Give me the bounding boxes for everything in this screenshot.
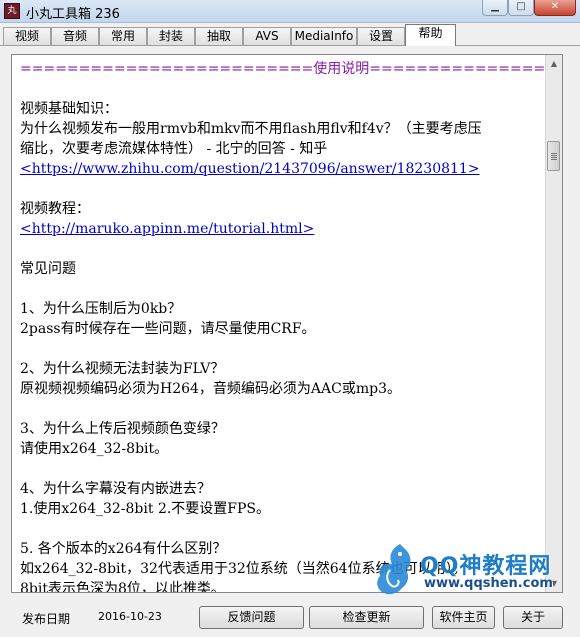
help-link[interactable]: <https://www.zhihu.com/question/21437096… — [20, 159, 540, 179]
help-line — [20, 519, 540, 539]
scroll-thumb[interactable] — [547, 141, 560, 171]
bottom-bar: 发布日期 2016-10-23 反馈问题 检查更新 软件主页 关于 — [0, 598, 580, 637]
tab-video[interactable]: 视频 — [3, 27, 51, 45]
tab-bar: 视频 音频 常用 封装 抽取 AVS MediaInfo 设置 帮助 — [0, 23, 580, 46]
app-icon[interactable]: 丸 — [4, 3, 20, 19]
about-button[interactable]: 关于 — [503, 606, 563, 629]
help-line: 2pass有时候存在一些问题，请尽量使用CRF。 — [20, 321, 316, 337]
help-line: 原视频视频编码必须为H264，音频编码必须为AAC或mp3。 — [20, 381, 402, 397]
help-line: 5. 各个版本的x264有什么区别？ — [20, 541, 227, 557]
tab-mux[interactable]: 封装 — [147, 27, 195, 45]
tab-settings[interactable]: 设置 — [357, 27, 405, 45]
help-line: 视频基础知识： — [20, 101, 118, 117]
check-update-button[interactable]: 检查更新 — [309, 606, 424, 629]
homepage-button[interactable]: 软件主页 — [432, 606, 495, 629]
help-line: 请使用x264_32-8bit。 — [20, 441, 169, 457]
help-text-box[interactable]: =========================使用说明===========… — [11, 54, 563, 593]
help-line — [20, 459, 540, 479]
help-line — [20, 339, 540, 359]
help-line: 8bit表示色深为8位，以此推类。 — [20, 581, 225, 593]
tab-common[interactable]: 常用 — [99, 27, 147, 45]
tab-audio[interactable]: 音频 — [51, 27, 99, 45]
help-line: 常见问题 — [20, 261, 76, 277]
help-line: 缩比，次要考虑流媒体特性） - 北宁的回答 - 知乎 — [20, 141, 328, 157]
tab-avs[interactable]: AVS — [243, 27, 291, 45]
vertical-scrollbar[interactable]: ▲ ▼ — [545, 55, 562, 592]
help-line — [20, 239, 540, 259]
help-line: 视频教程： — [20, 201, 90, 217]
help-line: 2、为什么视频无法封装为FLV？ — [20, 361, 225, 377]
help-text: =========================使用说明===========… — [20, 59, 562, 593]
release-date-label: 发布日期 — [22, 612, 71, 626]
help-line: 如x264_32-8bit，32代表适用于32位系统（当然64位系统也可以用）， — [20, 561, 467, 577]
scroll-down-icon[interactable]: ▼ — [546, 575, 562, 592]
window-title: 小丸工具箱 236 — [26, 7, 120, 22]
help-line: =========================使用说明===========… — [20, 61, 562, 77]
scroll-up-icon[interactable]: ▲ — [546, 55, 562, 72]
tab-extract[interactable]: 抽取 — [195, 27, 243, 45]
release-date-value: 2016-10-23 — [98, 610, 162, 623]
maximize-button[interactable]: □ — [508, 0, 534, 16]
minimize-button[interactable]: ▁ — [482, 0, 508, 16]
help-line: 4、为什么字幕没有内嵌进去？ — [20, 481, 211, 497]
help-line: 为什么视频发布一般用rmvb和mkv而不用flash用flv和f4v？（主要考虑… — [20, 121, 482, 137]
tab-mediainfo[interactable]: MediaInfo — [291, 27, 357, 45]
help-link[interactable]: <http://maruko.appinn.me/tutorial.html> — [20, 219, 540, 239]
help-line — [20, 79, 540, 99]
help-line — [20, 399, 540, 419]
title-bar: 丸 小丸工具箱 236 ▁ □ ✕ — [0, 0, 580, 23]
feedback-button[interactable]: 反馈问题 — [199, 606, 304, 629]
help-line — [20, 279, 540, 299]
help-line: 3、为什么上传后视频颜色变绿？ — [20, 421, 225, 437]
help-line: 1、为什么压制后为0kb？ — [20, 301, 182, 317]
help-line: 1.使用x264_32-8bit 2.不要设置FPS。 — [20, 501, 271, 517]
tab-help[interactable]: 帮助 — [405, 24, 456, 46]
close-button[interactable]: ✕ — [534, 0, 576, 16]
help-line — [20, 179, 540, 199]
